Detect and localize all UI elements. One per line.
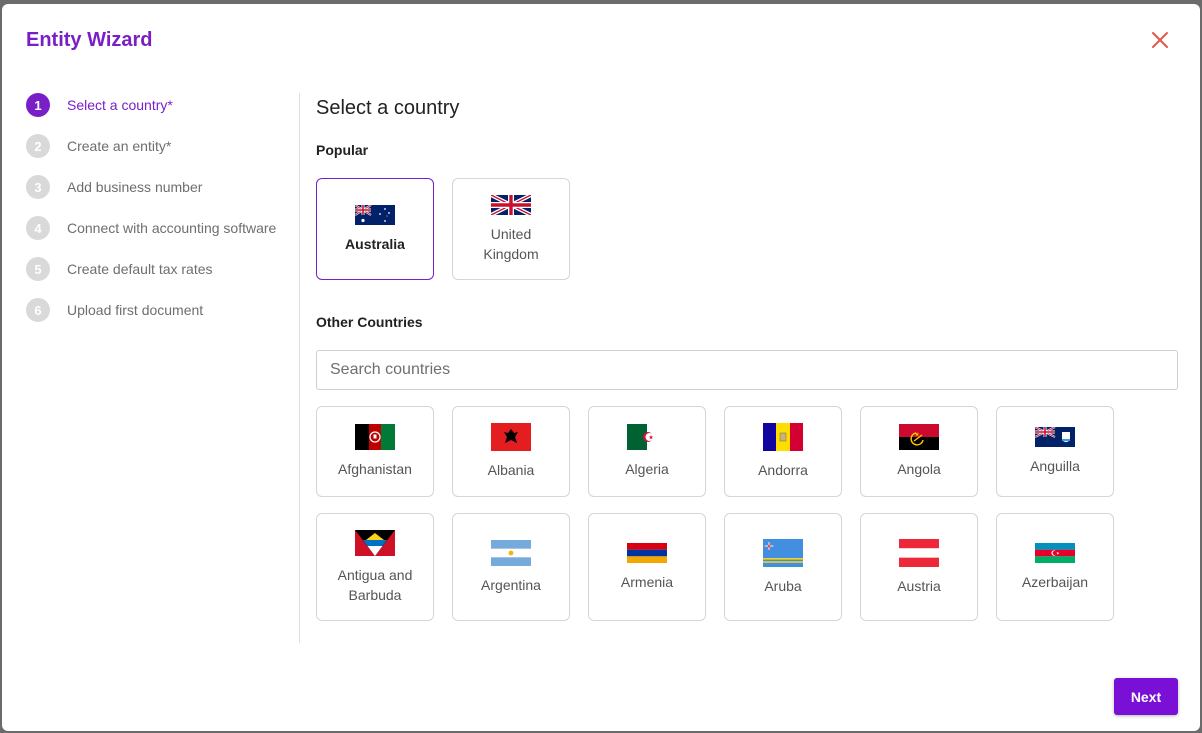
country-name: Anguilla — [1030, 458, 1080, 474]
entity-wizard-modal: Entity Wizard 1 Select a country* 2 Crea… — [2, 4, 1200, 731]
country-name: Argentina — [481, 576, 541, 593]
next-button[interactable]: Next — [1114, 678, 1178, 715]
algeria-flag-icon — [627, 424, 667, 450]
country-card-aruba[interactable]: Aruba — [724, 513, 842, 621]
country-name: Angola — [897, 461, 941, 477]
country-card-argentina[interactable]: Argentina — [452, 513, 570, 621]
step-add-business-number[interactable]: 3 Add business number — [26, 174, 202, 200]
modal-title: Entity Wizard — [26, 29, 153, 51]
step-number: 1 — [26, 93, 50, 117]
aruba-flag-icon — [763, 538, 803, 567]
armenia-flag-icon — [627, 542, 667, 563]
austria-flag-icon — [899, 538, 939, 567]
uk-flag-icon — [491, 194, 531, 215]
step-create-entity[interactable]: 2 Create an entity* — [26, 133, 171, 159]
country-name: Aruba — [764, 577, 802, 594]
country-card-afghanistan[interactable]: Afghanistan — [316, 406, 434, 497]
afghanistan-flag-icon — [355, 424, 395, 450]
step-label: Create default tax rates — [67, 261, 213, 277]
country-card-antigua-and-barbuda[interactable]: Antigua and Barbuda — [316, 513, 434, 621]
country-card-algeria[interactable]: Algeria — [588, 406, 706, 497]
step-create-tax-rates[interactable]: 5 Create default tax rates — [26, 256, 213, 282]
country-name: Antigua and Barbuda — [337, 566, 413, 603]
country-name: Algeria — [625, 461, 669, 477]
popular-label: Popular — [316, 142, 369, 158]
country-card-australia[interactable]: Australia — [316, 178, 434, 280]
country-card-albania[interactable]: Albania — [452, 406, 570, 497]
country-card-azerbaijan[interactable]: Azerbaijan — [996, 513, 1114, 621]
country-name: Azerbaijan — [1021, 573, 1089, 590]
antigua-flag-icon — [355, 529, 395, 556]
step-label: Connect with accounting software — [67, 220, 277, 236]
australia-flag-icon — [355, 204, 395, 225]
andorra-flag-icon — [763, 423, 803, 451]
step-label: Select a country* — [67, 97, 173, 113]
step-upload-document[interactable]: 6 Upload first document — [26, 297, 203, 323]
country-card-andorra[interactable]: Andorra — [724, 406, 842, 497]
country-card-armenia[interactable]: Armenia — [588, 513, 706, 621]
albania-flag-icon — [491, 423, 531, 451]
country-name: Andorra — [758, 462, 808, 478]
country-card-anguilla[interactable]: Anguilla — [996, 406, 1114, 497]
country-name: Armenia — [620, 573, 674, 590]
search-countries-input[interactable] — [316, 350, 1178, 390]
country-card-united-kingdom[interactable]: United Kingdom — [452, 178, 570, 280]
step-connect-accounting[interactable]: 4 Connect with accounting software — [26, 215, 276, 241]
step-label: Upload first document — [67, 302, 204, 318]
step-label: Add business number — [67, 179, 203, 195]
step-number: 3 — [26, 175, 50, 199]
country-name: Austria — [897, 577, 941, 594]
step-number: 5 — [26, 257, 50, 281]
country-name: Australia — [345, 235, 405, 252]
country-name: Afghanistan — [338, 461, 412, 477]
step-number: 6 — [26, 298, 50, 322]
vertical-divider — [299, 93, 300, 643]
other-countries-label: Other Countries — [316, 314, 423, 330]
step-label: Create an entity* — [67, 138, 172, 154]
country-name: United Kingdom — [483, 225, 539, 262]
step-select-country[interactable]: 1 Select a country* — [26, 92, 173, 118]
close-icon[interactable] — [1150, 30, 1170, 50]
step-number: 4 — [26, 216, 50, 240]
section-title: Select a country — [316, 97, 460, 119]
country-card-angola[interactable]: Angola — [860, 406, 978, 497]
angola-flag-icon — [899, 424, 939, 450]
azerbaijan-flag-icon — [1035, 542, 1075, 563]
country-name: Albania — [487, 462, 535, 478]
step-number: 2 — [26, 134, 50, 158]
anguilla-flag-icon — [1035, 427, 1075, 447]
country-card-austria[interactable]: Austria — [860, 513, 978, 621]
argentina-flag-icon — [491, 539, 531, 566]
